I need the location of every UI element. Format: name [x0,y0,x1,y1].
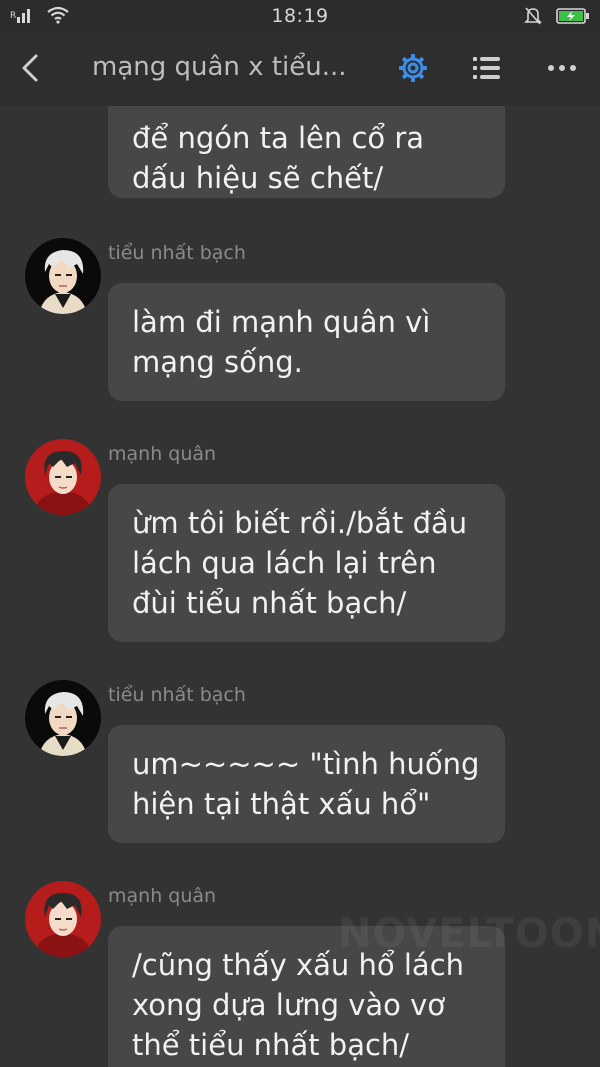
back-button[interactable] [12,48,48,88]
message-bubble[interactable]: ừm tôi biết rồi./bắt đầu lách qua lách l… [108,484,505,642]
sender-name: tiểu nhất bạch [108,684,246,706]
avatar-dark-hair-icon [25,881,101,957]
status-right [524,6,590,26]
avatar-white-hair-icon [25,238,101,314]
avatar[interactable] [25,881,101,957]
status-bar: R 18:19 [0,0,600,32]
avatar-dark-hair-icon [25,439,101,515]
chevron-left-icon [22,54,38,82]
chat-title: mạng quân x tiểu... [92,52,347,82]
gear-icon [399,54,427,82]
list-button[interactable] [467,48,507,88]
avatar[interactable] [25,680,101,756]
watermark: NOVELTOON [338,911,600,957]
mute-bell-icon [524,7,542,25]
message-bubble[interactable]: um~~~~~ "tình huống hiện tại thật xấu hổ… [108,725,505,843]
avatar[interactable] [25,238,101,314]
message-bubble[interactable]: làm đi mạnh quân vì mạng sống. [108,283,505,401]
status-time: 18:19 [271,5,329,27]
message-bubble[interactable]: để ngón ta lên cổ ra dấu hiệu sẽ chết/ [108,106,505,198]
more-button[interactable] [542,48,582,88]
sender-name: mạnh quân [108,443,217,465]
more-horizontal-icon [548,65,576,71]
avatar[interactable] [25,439,101,515]
settings-button[interactable] [393,48,433,88]
sender-name: tiểu nhất bạch [108,242,246,264]
sender-name: mạnh quân [108,885,217,907]
chat-message-list[interactable]: để ngón ta lên cổ ra dấu hiệu sẽ chết/ t… [0,106,600,1067]
list-icon [473,57,500,79]
avatar-white-hair-icon [25,680,101,756]
battery-charging-icon [556,8,589,24]
chat-header: mạng quân x tiểu... [0,32,600,106]
